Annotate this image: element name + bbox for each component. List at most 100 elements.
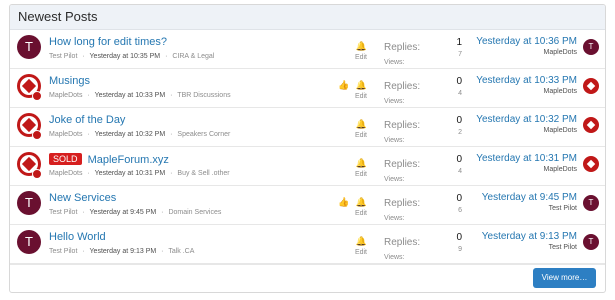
post-date[interactable]: Yesterday at 10:35 PM xyxy=(90,53,161,60)
post-title[interactable]: New Services xyxy=(49,192,116,204)
newest-posts-panel: Newest Posts T How long for edit times? … xyxy=(9,4,606,293)
post-author[interactable]: Test Pilot xyxy=(49,53,77,60)
author-avatar[interactable]: T xyxy=(17,35,41,59)
post-date[interactable]: Yesterday at 9:13 PM xyxy=(90,248,157,255)
last-post-user[interactable]: MapleDots xyxy=(476,49,577,56)
post-author[interactable]: MapleDots xyxy=(49,131,82,138)
views-label: Views: xyxy=(384,254,405,261)
post-title-line[interactable]: Hello World xyxy=(49,231,106,243)
last-post-user[interactable]: MapleDots xyxy=(476,127,577,134)
author-avatar[interactable]: T xyxy=(17,230,41,254)
post-stats: Replies: 0 Views: 9 xyxy=(384,232,462,261)
last-post-avatar[interactable]: T xyxy=(583,39,599,55)
post-forum[interactable]: Talk .CA xyxy=(168,248,194,255)
last-post-user[interactable]: Test Pilot xyxy=(482,205,577,212)
bell-icon[interactable]: 🔔 xyxy=(356,197,367,207)
post-forum[interactable]: Domain Services xyxy=(168,209,221,216)
last-post-user[interactable]: MapleDots xyxy=(476,88,577,95)
bell-icon[interactable]: 🔔 xyxy=(356,236,367,246)
post-row: T How long for edit times? Test Pilot · … xyxy=(10,30,605,69)
views-count: 4 xyxy=(458,90,462,97)
post-title-line[interactable]: New Services xyxy=(49,192,116,204)
post-meta: MapleDots · Yesterday at 10:33 PM · TBR … xyxy=(49,92,231,99)
edit-link[interactable]: Edit xyxy=(355,54,367,61)
post-author[interactable]: MapleDots xyxy=(49,92,82,99)
last-post-time[interactable]: Yesterday at 9:45 PM xyxy=(482,192,577,203)
bell-icon[interactable]: 🔔 xyxy=(356,119,367,129)
post-title-line[interactable]: SOLD MapleForum.xyz xyxy=(49,153,169,166)
post-meta: MapleDots · Yesterday at 10:32 PM · Spea… xyxy=(49,131,231,138)
last-post-time[interactable]: Yesterday at 10:36 PM xyxy=(476,36,577,47)
views-count: 4 xyxy=(458,168,462,175)
post-date[interactable]: Yesterday at 10:31 PM xyxy=(95,170,166,177)
author-avatar[interactable]: T xyxy=(17,191,41,215)
post-title[interactable]: Hello World xyxy=(49,231,106,243)
views-label: Views: xyxy=(384,215,405,222)
post-title-line[interactable]: Musings xyxy=(49,75,90,87)
avatar-letter: T xyxy=(25,39,33,54)
panel-title: Newest Posts xyxy=(10,5,605,30)
post-author[interactable]: Test Pilot xyxy=(49,209,77,216)
post-meta: Test Pilot · Yesterday at 9:13 PM · Talk… xyxy=(49,248,195,255)
post-meta: Test Pilot · Yesterday at 10:35 PM · CIR… xyxy=(49,53,215,60)
panel-footer: View more… xyxy=(10,264,605,292)
post-forum[interactable]: Buy & Sell .other xyxy=(177,170,229,177)
post-icons: 👍 🔔 xyxy=(336,75,367,90)
bell-icon[interactable]: 🔔 xyxy=(356,80,367,90)
last-post-user[interactable]: MapleDots xyxy=(476,166,577,173)
last-post-avatar[interactable] xyxy=(583,117,599,133)
post-author[interactable]: MapleDots xyxy=(49,170,82,177)
last-post-time[interactable]: Yesterday at 9:13 PM xyxy=(482,231,577,242)
views-count: 2 xyxy=(458,129,462,136)
post-title[interactable]: Musings xyxy=(49,75,90,87)
edit-link[interactable]: Edit xyxy=(355,132,367,139)
view-more-button[interactable]: View more… xyxy=(533,268,596,288)
last-post: Yesterday at 10:36 PM MapleDots xyxy=(476,36,577,56)
views-label: Views: xyxy=(384,176,405,183)
post-date[interactable]: Yesterday at 9:45 PM xyxy=(90,209,157,216)
edit-link[interactable]: Edit xyxy=(355,210,367,217)
last-post-time[interactable]: Yesterday at 10:33 PM xyxy=(476,75,577,86)
post-row: T New Services Test Pilot · Yesterday at… xyxy=(10,186,605,225)
thumbs-up-icon: 👍 xyxy=(338,197,350,207)
post-title[interactable]: How long for edit times? xyxy=(49,36,167,48)
bell-icon[interactable]: 🔔 xyxy=(356,41,367,51)
post-meta: MapleDots · Yesterday at 10:31 PM · Buy … xyxy=(49,170,230,177)
last-post-avatar[interactable]: T xyxy=(583,234,599,250)
post-title[interactable]: Joke of the Day xyxy=(49,114,125,126)
last-post-avatar[interactable] xyxy=(583,78,599,94)
post-title[interactable]: MapleForum.xyz xyxy=(88,154,169,166)
post-title-line[interactable]: Joke of the Day xyxy=(49,114,125,126)
post-row: T Hello World Test Pilot · Yesterday at … xyxy=(10,225,605,264)
post-forum[interactable]: CIRA & Legal xyxy=(172,53,214,60)
avatar-letter: T xyxy=(588,198,594,207)
replies-count: 1 xyxy=(456,37,462,48)
replies-count: 0 xyxy=(456,232,462,243)
post-forum[interactable]: TBR Discussions xyxy=(177,92,230,99)
post-date[interactable]: Yesterday at 10:32 PM xyxy=(95,131,166,138)
post-author[interactable]: Test Pilot xyxy=(49,248,77,255)
last-post-user[interactable]: Test Pilot xyxy=(482,244,577,251)
last-post: Yesterday at 10:33 PM MapleDots xyxy=(476,75,577,95)
post-icons: 🔔 xyxy=(354,153,367,168)
views-count: 6 xyxy=(458,207,462,214)
bell-icon[interactable]: 🔔 xyxy=(356,158,367,168)
post-stats: Replies: 0 Views: 2 xyxy=(384,115,462,144)
post-date[interactable]: Yesterday at 10:33 PM xyxy=(95,92,166,99)
edit-link[interactable]: Edit xyxy=(355,249,367,256)
edit-link[interactable]: Edit xyxy=(355,171,367,178)
badge-icon xyxy=(32,169,42,179)
last-post-time[interactable]: Yesterday at 10:31 PM xyxy=(476,153,577,164)
post-stats: Replies: 0 Views: 4 xyxy=(384,154,462,183)
post-title-line[interactable]: How long for edit times? xyxy=(49,36,167,48)
last-post: Yesterday at 10:31 PM MapleDots xyxy=(476,153,577,173)
last-post-time[interactable]: Yesterday at 10:32 PM xyxy=(476,114,577,125)
last-post-avatar[interactable] xyxy=(583,156,599,172)
replies-count: 0 xyxy=(456,154,462,165)
post-row: Joke of the Day MapleDots · Yesterday at… xyxy=(10,108,605,147)
post-forum[interactable]: Speakers Corner xyxy=(177,131,230,138)
last-post-avatar[interactable]: T xyxy=(583,195,599,211)
views-label: Views: xyxy=(384,137,405,144)
views-label: Views: xyxy=(384,59,405,66)
edit-link[interactable]: Edit xyxy=(355,93,367,100)
